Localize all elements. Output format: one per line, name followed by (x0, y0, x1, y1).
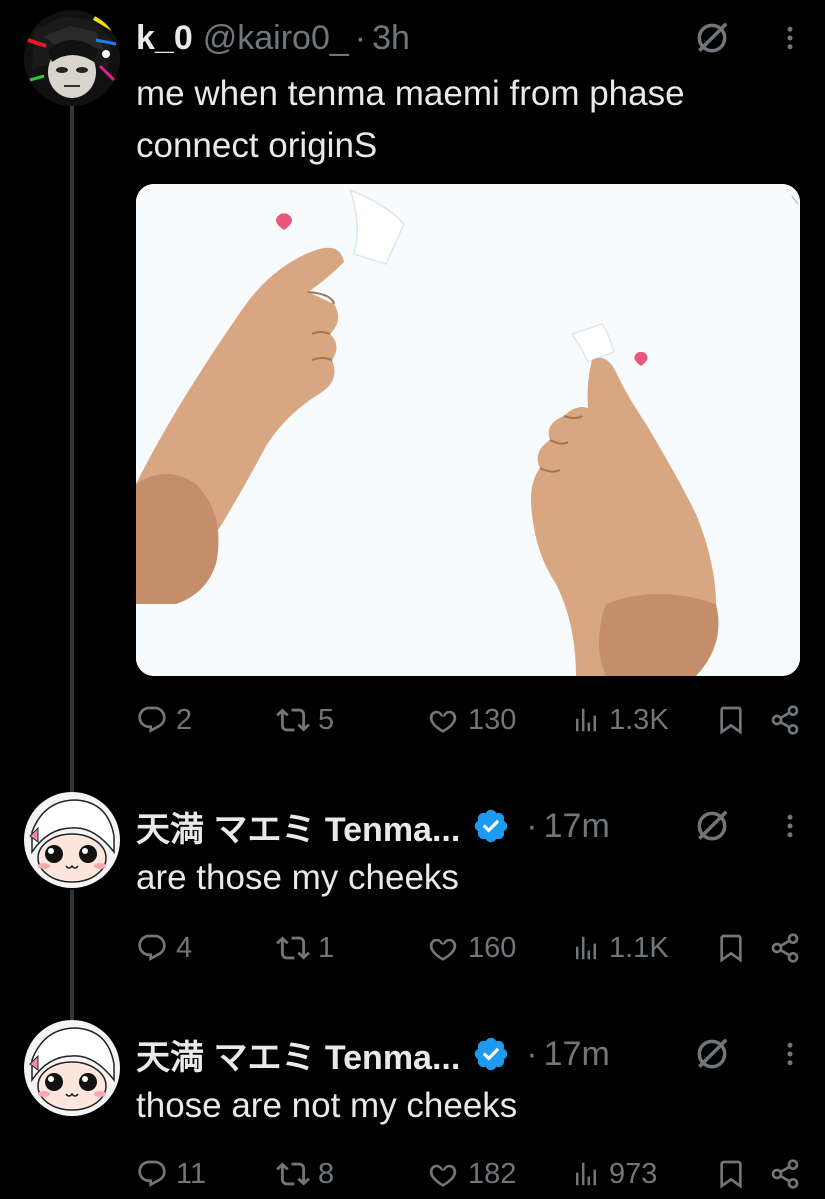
tweet-text-line: are those my cheeks (136, 858, 459, 897)
retweet-icon (276, 931, 310, 965)
tweet[interactable]: 天満 マエミ Tenma... · 17m those are not my c… (0, 1008, 825, 1199)
reply-count: 2 (176, 703, 193, 736)
retweet-icon (276, 703, 310, 737)
tweet-text-line: me when tenma maemi from phase (136, 74, 685, 113)
avatar[interactable] (24, 1020, 120, 1116)
tweet-media-image[interactable] (136, 184, 800, 676)
retweet-button[interactable]: 1 (276, 931, 426, 965)
view-count: 973 (609, 1157, 658, 1190)
reply-count: 11 (176, 1157, 207, 1190)
timestamp[interactable]: 17m (544, 807, 610, 846)
share-button[interactable] (769, 932, 801, 964)
like-button[interactable]: 160 (426, 931, 571, 965)
tweet-header: 天満 マエミ Tenma... · 17m (136, 1034, 805, 1077)
heart-icon (426, 931, 460, 965)
like-count: 160 (468, 931, 517, 964)
reply-count: 4 (176, 931, 193, 964)
retweet-count: 8 (318, 1157, 335, 1190)
tweet-text-line: connect originS (136, 126, 378, 165)
timestamp[interactable]: 3h (372, 19, 410, 58)
retweet-count: 1 (318, 931, 335, 964)
more-options-icon[interactable] (775, 23, 805, 53)
bookmark-button[interactable] (715, 1158, 747, 1190)
avatar[interactable] (24, 10, 120, 106)
user-handle[interactable]: @kairo0_ (203, 19, 349, 58)
display-name[interactable]: k_0 (136, 19, 193, 58)
retweet-count: 5 (318, 703, 335, 736)
bookmark-icon (715, 704, 747, 736)
views-button[interactable]: 1.3K (571, 704, 701, 737)
grok-icon[interactable] (693, 807, 731, 845)
hands-finger-heart-illustration (136, 184, 800, 676)
avatar-anime-glitch-icon (24, 10, 120, 106)
tweet-header: 天満 マエミ Tenma... · 17m (136, 806, 805, 849)
view-count: 1.3K (609, 703, 669, 736)
bookmark-icon (715, 932, 747, 964)
tweet-text: are those my cheeks (136, 852, 805, 904)
bookmark-button[interactable] (715, 704, 747, 736)
separator-dot: · (354, 18, 367, 57)
reply-button[interactable]: 11 (136, 1158, 276, 1191)
tweet-text-line: those are not my cheeks (136, 1086, 518, 1125)
retweet-button[interactable]: 8 (276, 1157, 426, 1191)
tweet-text: those are not my cheeks (136, 1080, 805, 1132)
separator-dot: · (526, 1034, 538, 1073)
like-button[interactable]: 182 (426, 1157, 571, 1191)
views-button[interactable]: 973 (571, 1158, 701, 1191)
reply-icon (136, 1158, 168, 1190)
share-button[interactable] (769, 704, 801, 736)
more-options-icon[interactable] (775, 811, 805, 841)
tweet-actions: 2 5 130 1.3K (136, 700, 801, 740)
views-chart-icon (571, 705, 601, 735)
display-name[interactable]: 天満 マエミ Tenma... (136, 1030, 460, 1079)
verified-badge-icon (472, 807, 510, 845)
more-options-icon[interactable] (775, 1039, 805, 1069)
like-count: 182 (468, 1157, 517, 1190)
views-button[interactable]: 1.1K (571, 932, 701, 965)
reply-button[interactable]: 2 (136, 704, 276, 737)
conversation-thread: k_0 @kairo0_ · 3h me when tenma maemi fr… (0, 0, 825, 1199)
grok-icon[interactable] (693, 19, 731, 57)
share-icon (769, 1158, 801, 1190)
grok-icon[interactable] (693, 1035, 731, 1073)
view-count: 1.1K (609, 931, 669, 964)
timestamp[interactable]: 17m (544, 1035, 610, 1074)
heart-icon (426, 703, 460, 737)
share-icon (769, 932, 801, 964)
reply-icon (136, 704, 168, 736)
retweet-button[interactable]: 5 (276, 703, 426, 737)
tweet-header: k_0 @kairo0_ · 3h (136, 18, 805, 58)
retweet-icon (276, 1157, 310, 1191)
tweet-text: me when tenma maemi from phase connect o… (136, 68, 805, 172)
share-icon (769, 704, 801, 736)
avatar-chibi-icon (24, 1020, 120, 1116)
verified-badge-icon (472, 1035, 510, 1073)
avatar-chibi-icon (24, 792, 120, 888)
views-chart-icon (571, 933, 601, 963)
tweet-actions: 11 8 182 973 (136, 1154, 801, 1194)
avatar[interactable] (24, 792, 120, 888)
reply-icon (136, 932, 168, 964)
share-button[interactable] (769, 1158, 801, 1190)
views-chart-icon (571, 1159, 601, 1189)
like-count: 130 (468, 703, 517, 736)
tweet[interactable]: 天満 マエミ Tenma... · 17m are those my cheek… (0, 780, 825, 1000)
bookmark-icon (715, 1158, 747, 1190)
heart-icon (426, 1157, 460, 1191)
display-name[interactable]: 天満 マエミ Tenma... (136, 802, 460, 851)
tweet-actions: 4 1 160 1.1K (136, 928, 801, 968)
like-button[interactable]: 130 (426, 703, 571, 737)
separator-dot: · (526, 806, 538, 845)
bookmark-button[interactable] (715, 932, 747, 964)
tweet[interactable]: k_0 @kairo0_ · 3h me when tenma maemi fr… (0, 0, 825, 760)
reply-button[interactable]: 4 (136, 932, 276, 965)
